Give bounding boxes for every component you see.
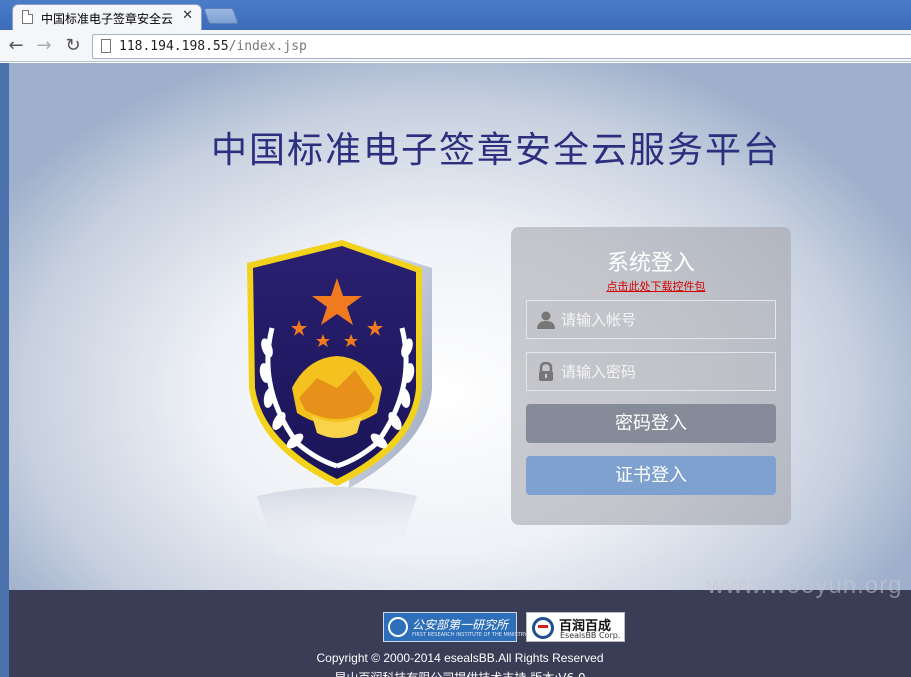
password-login-button[interactable]: 密码登入 xyxy=(526,404,776,443)
address-bar[interactable]: 118.194.198.55/index.jsp xyxy=(92,34,911,59)
certificate-login-button[interactable]: 证书登入 xyxy=(526,456,776,495)
user-icon xyxy=(537,311,555,329)
new-tab-button[interactable] xyxy=(203,8,239,24)
browser-tab[interactable]: 中国标准电子签章安全云 ✕ xyxy=(12,4,202,30)
login-panel: 系统登入 点击此处下载控件包 密码登入 证书登入 xyxy=(511,227,791,525)
copyright-text: Copyright © 2000-2014 esealsBB.All Right… xyxy=(316,651,604,665)
forward-arrow-icon[interactable]: → xyxy=(33,35,55,57)
password-field[interactable] xyxy=(526,352,776,391)
hero-section: 中国标准电子签章安全云服务平台 系统登入 点击此处下载控件包 请输入帐号 密码登… xyxy=(9,63,911,590)
lock-icon xyxy=(539,362,553,381)
company-logo-mark xyxy=(532,617,554,639)
account-field[interactable] xyxy=(526,300,776,339)
page-left-edge xyxy=(0,63,9,677)
url-text: 118.194.198.55/index.jsp xyxy=(119,39,307,54)
reload-icon[interactable]: ↻ xyxy=(62,35,84,57)
url-path: /index.jsp xyxy=(228,39,307,54)
institute-logo: 公安部第一研究所 FIRST RESEARCH INSTITUTE OF THE… xyxy=(383,612,603,642)
close-icon[interactable]: ✕ xyxy=(182,8,193,23)
account-input[interactable] xyxy=(561,301,771,338)
page-title: 中国标准电子签章安全云服务平台 xyxy=(211,130,782,171)
tab-title: 中国标准电子签章安全云 xyxy=(41,12,174,26)
institute-logo-text: 公安部第一研究所 xyxy=(412,618,509,632)
police-emblem xyxy=(247,240,432,563)
browser-tab-bar: 中国标准电子签章安全云 ✕ xyxy=(0,0,911,30)
browser-toolbar: ← → ↻ 118.194.198.55/index.jsp xyxy=(0,30,911,62)
watermark: www.wooyun.org xyxy=(707,572,903,599)
login-heading: 系统登入 xyxy=(606,251,695,276)
company-logo: 百润百成 EsealsBB Corp. xyxy=(526,612,625,642)
company-logo-english: EsealsBB Corp. xyxy=(560,631,621,640)
password-input[interactable] xyxy=(561,353,771,390)
institute-logo-mark xyxy=(388,617,408,637)
url-host: 118.194.198.55 xyxy=(119,39,229,54)
back-arrow-icon[interactable]: ← xyxy=(5,35,27,57)
download-plugin-link[interactable]: 点击此处下载控件包 xyxy=(511,278,801,294)
page-icon xyxy=(101,39,111,53)
footer: 公安部第一研究所 FIRST RESEARCH INSTITUTE OF THE… xyxy=(9,590,911,677)
page-icon xyxy=(22,10,33,24)
support-text: 昆山百润科技有限公司提供技术支持 版本:V6.0 xyxy=(9,669,911,677)
